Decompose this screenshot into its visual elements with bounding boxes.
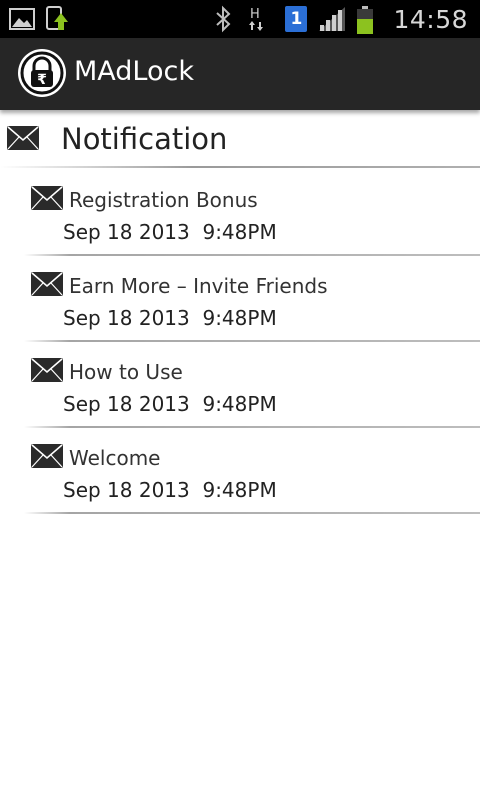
notification-header: Notification bbox=[0, 112, 480, 168]
battery-icon bbox=[355, 5, 383, 34]
notification-item[interactable]: Earn More – Invite Friends Sep 18 2013 9… bbox=[24, 256, 480, 342]
notification-title: Earn More – Invite Friends bbox=[69, 274, 328, 298]
header-divider bbox=[0, 166, 480, 168]
svg-text:₹: ₹ bbox=[37, 72, 47, 88]
app-title: MAdLock bbox=[74, 56, 194, 87]
item-divider bbox=[24, 512, 480, 514]
envelope-icon bbox=[31, 358, 63, 382]
status-bar-left bbox=[8, 5, 72, 33]
status-time: 14:58 bbox=[393, 4, 468, 34]
action-bar: ₹ MAdLock bbox=[0, 38, 480, 110]
status-bar: H 1 14:58 bbox=[0, 0, 480, 38]
notification-title: Welcome bbox=[69, 446, 161, 470]
notification-title: How to Use bbox=[69, 360, 183, 384]
download-icon bbox=[44, 5, 72, 33]
notification-date: Sep 18 2013 9:48PM bbox=[63, 306, 277, 330]
page-title: Notification bbox=[61, 122, 228, 156]
status-bar-right: H 1 14:58 bbox=[209, 2, 468, 36]
network-type-label: H bbox=[250, 7, 260, 22]
notification-date: Sep 18 2013 9:48PM bbox=[63, 392, 277, 416]
signal-icon bbox=[317, 5, 346, 33]
rupee-lock-icon[interactable]: ₹ bbox=[18, 49, 66, 97]
gallery-icon bbox=[8, 5, 36, 33]
notification-item[interactable]: How to Use Sep 18 2013 9:48PM bbox=[24, 342, 480, 428]
notification-title: Registration Bonus bbox=[69, 188, 258, 212]
envelope-icon bbox=[7, 126, 39, 150]
envelope-icon bbox=[31, 186, 63, 210]
notification-item[interactable]: Registration Bonus Sep 18 2013 9:48PM bbox=[24, 170, 480, 256]
notification-date: Sep 18 2013 9:48PM bbox=[63, 220, 277, 244]
hspa-icon: H bbox=[247, 5, 275, 33]
notification-list: Registration Bonus Sep 18 2013 9:48PM Ea… bbox=[24, 170, 480, 514]
notification-item[interactable]: Welcome Sep 18 2013 9:48PM bbox=[24, 428, 480, 514]
bluetooth-icon bbox=[209, 5, 237, 33]
sim-icon: 1 bbox=[285, 6, 308, 32]
envelope-icon bbox=[31, 444, 63, 468]
envelope-icon bbox=[31, 272, 63, 296]
notification-date: Sep 18 2013 9:48PM bbox=[63, 478, 277, 502]
